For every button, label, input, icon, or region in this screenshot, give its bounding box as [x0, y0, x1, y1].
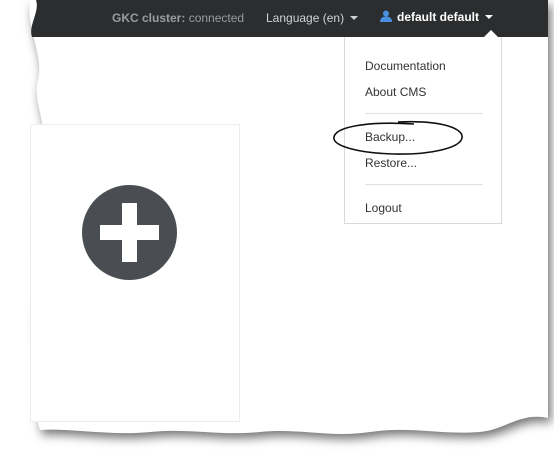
- menu-item-about-cms[interactable]: About CMS: [365, 85, 426, 99]
- language-label: Language (en): [266, 11, 345, 25]
- menu-item-logout[interactable]: Logout: [365, 201, 402, 215]
- highlight-ellipse: [333, 120, 463, 155]
- chevron-down-icon: [350, 15, 359, 20]
- menu-divider: [365, 184, 483, 185]
- add-button[interactable]: [82, 185, 177, 280]
- chevron-down-icon: [485, 14, 494, 19]
- user-dropdown[interactable]: default default: [380, 10, 494, 24]
- menu-divider: [365, 113, 483, 114]
- cluster-status: GKC cluster: connected: [112, 11, 244, 25]
- cluster-label: GKC cluster:: [112, 11, 186, 25]
- cluster-status-value: connected: [188, 11, 245, 25]
- language-dropdown[interactable]: Language (en): [266, 11, 359, 25]
- user-name: default default: [397, 10, 480, 24]
- menu-item-documentation[interactable]: Documentation: [365, 59, 446, 73]
- dropdown-pointer: [484, 30, 498, 37]
- menu-item-restore[interactable]: Restore...: [365, 156, 417, 170]
- user-icon: [380, 10, 392, 23]
